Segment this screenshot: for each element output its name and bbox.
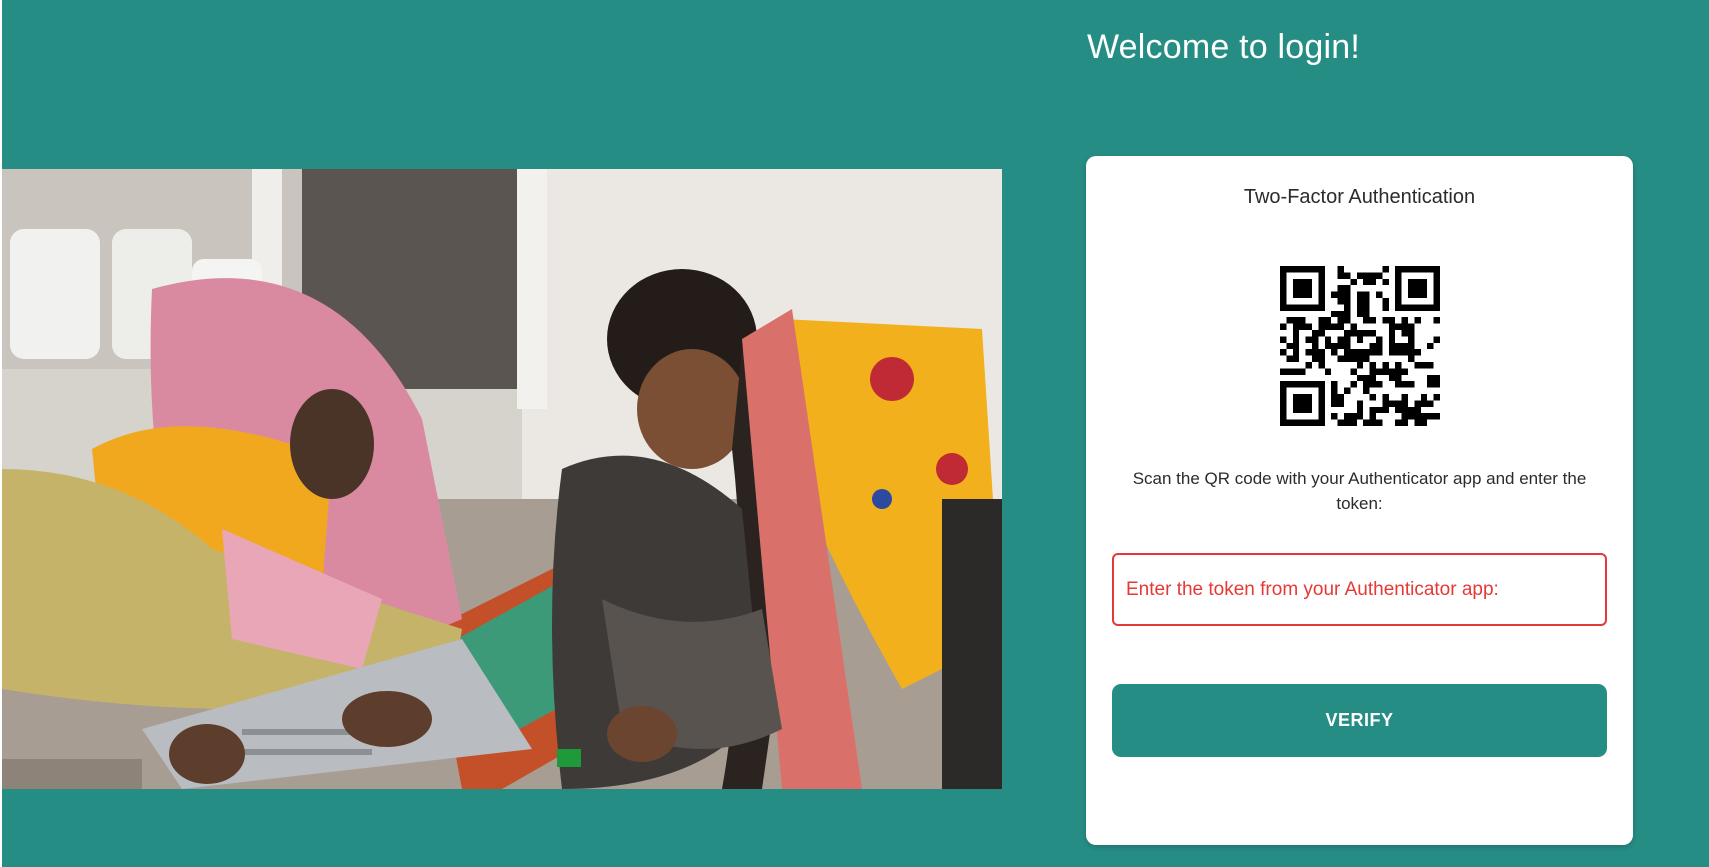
token-input[interactable]	[1112, 553, 1607, 626]
qr-code-icon	[1280, 266, 1440, 426]
welcome-heading: Welcome to login!	[1087, 28, 1361, 66]
hero-photo	[2, 169, 1002, 789]
card-title: Two-Factor Authentication	[1243, 186, 1476, 208]
login-page: Welcome to login! Two-Factor Authenticat…	[0, 0, 1709, 867]
two-factor-card: Two-Factor Authentication Scan the QR co…	[1086, 156, 1633, 845]
verify-button[interactable]: VERIFY	[1112, 684, 1607, 757]
scan-instructions: Scan the QR code with your Authenticator…	[1132, 469, 1587, 513]
